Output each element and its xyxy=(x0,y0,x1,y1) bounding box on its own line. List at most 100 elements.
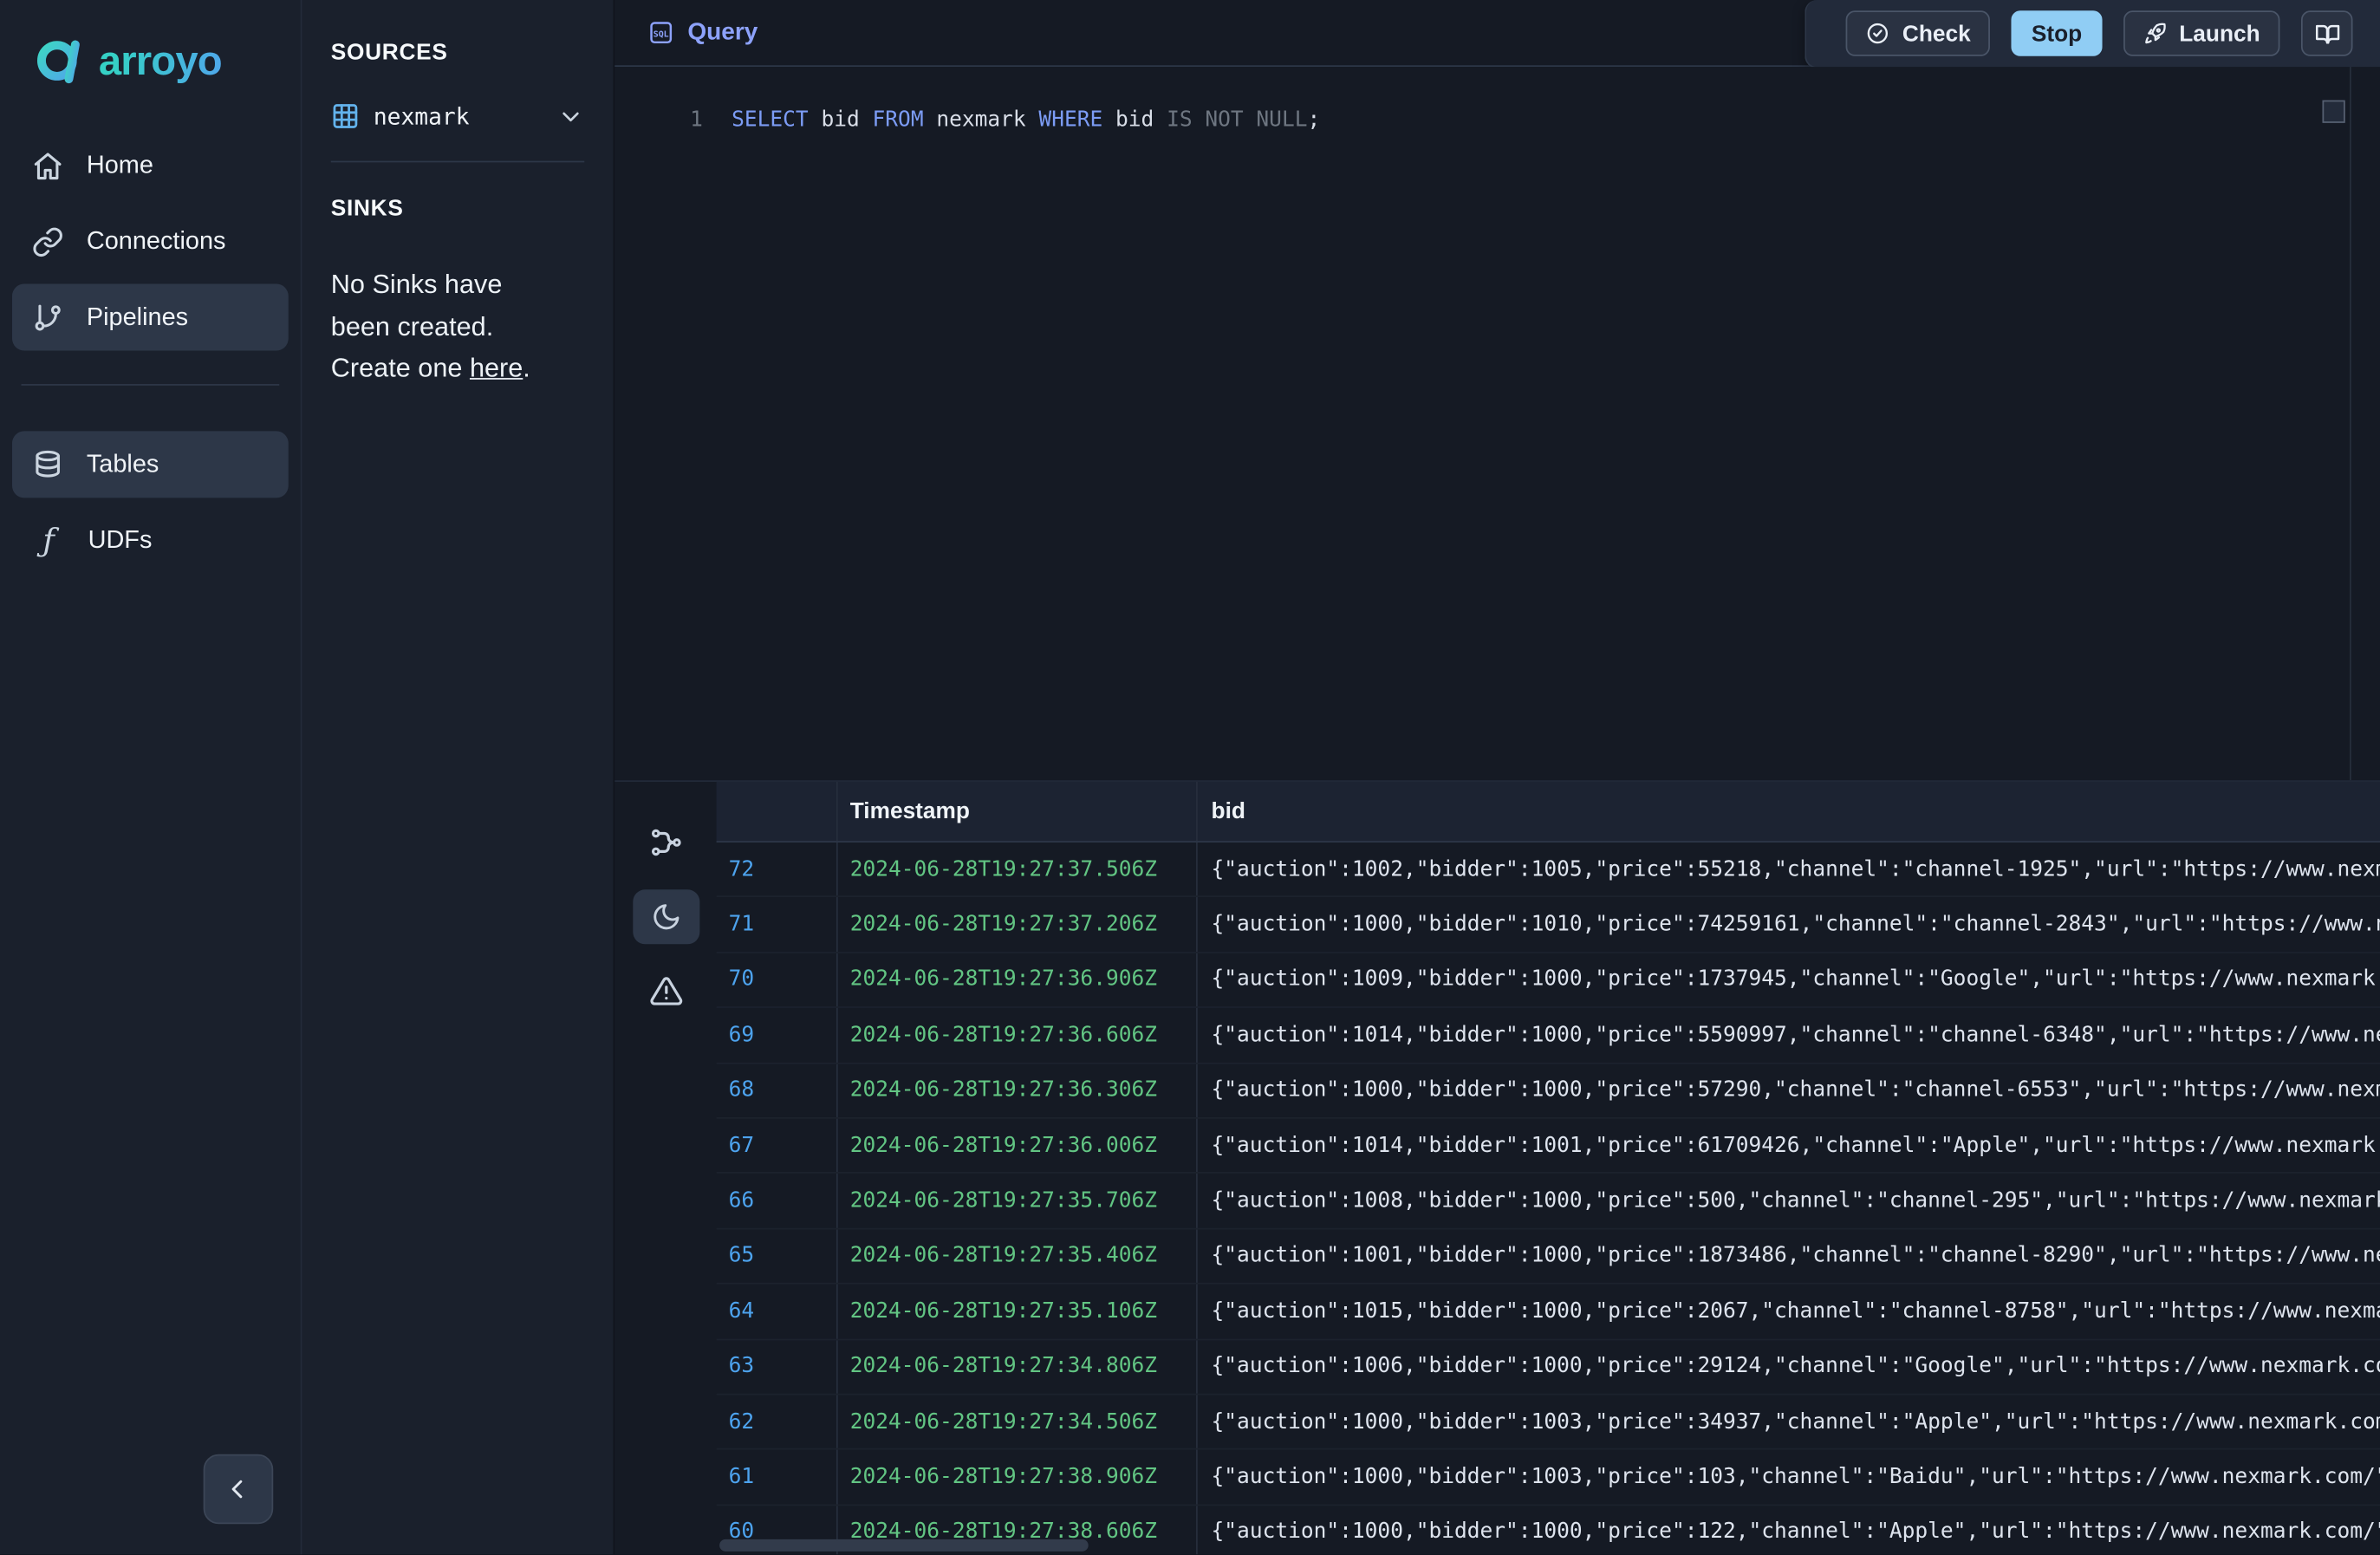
sources-heading: SOURCES xyxy=(331,40,584,66)
row-bid: {"auction":1008,"bidder":1000,"price":50… xyxy=(1198,1174,2380,1227)
arroyo-app: arroyo Home Connections Pipelines Tables… xyxy=(0,0,2380,1554)
create-sink-link[interactable]: here xyxy=(470,352,523,382)
warning-icon xyxy=(649,974,683,1008)
table-row: 64 2024-06-28T19:27:35.106Z {"auction":1… xyxy=(717,1285,2380,1340)
row-bid: {"auction":1000,"bidder":1000,"price":12… xyxy=(1198,1506,2380,1555)
tab-outputs[interactable] xyxy=(632,889,699,944)
sidebar-item-udfs[interactable]: ƒ UDFs xyxy=(12,507,289,574)
row-id: 68 xyxy=(717,1064,838,1117)
sidebar-item-connections[interactable]: Connections xyxy=(12,208,289,275)
stop-button-label: Stop xyxy=(2032,21,2082,47)
header-row-number xyxy=(717,782,838,841)
sidebar-item-label: Home xyxy=(87,151,153,179)
table-row: 66 2024-06-28T19:27:35.706Z {"auction":1… xyxy=(717,1174,2380,1229)
logo-text: arroyo xyxy=(99,37,222,84)
sinks-heading: SINKS xyxy=(331,196,584,222)
sql-editor[interactable]: 1 SELECT bid FROM nexmark WHERE bid IS N… xyxy=(615,67,2380,780)
source-name: nexmark xyxy=(374,102,470,130)
row-id: 66 xyxy=(717,1174,838,1227)
table-row: 71 2024-06-28T19:27:37.206Z {"auction":1… xyxy=(717,898,2380,953)
row-timestamp: 2024-06-28T19:27:35.406Z xyxy=(838,1229,1198,1283)
row-id: 71 xyxy=(717,898,838,952)
sinks-text-after: . xyxy=(523,352,530,382)
nav-divider xyxy=(22,384,280,386)
sidebar-nav: Home Connections Pipelines Tables ƒ UDFs xyxy=(12,132,289,582)
line-number: 1 xyxy=(615,105,703,135)
header-bid: bid xyxy=(1198,782,2380,841)
sidebar-item-pipelines[interactable]: Pipelines xyxy=(12,283,289,350)
sidebar-item-label: Connections xyxy=(87,227,226,256)
tab-query[interactable]: SQL Query xyxy=(648,19,758,47)
table-row: 63 2024-06-28T19:27:34.806Z {"auction":1… xyxy=(717,1340,2380,1396)
row-id: 61 xyxy=(717,1450,838,1504)
results-header-row: Timestamp bid xyxy=(717,782,2380,843)
row-timestamp: 2024-06-28T19:27:34.506Z xyxy=(838,1395,1198,1448)
catalog-panel: SOURCES nexmark SINKS No Sinks have been… xyxy=(302,0,615,1554)
udfs-icon: ƒ xyxy=(32,522,66,558)
arroyo-logo[interactable]: arroyo xyxy=(12,24,289,97)
table-row: 65 2024-06-28T19:27:35.406Z {"auction":1… xyxy=(717,1229,2380,1285)
database-icon xyxy=(32,449,64,481)
results-table: Timestamp bid 72 2024-06-28T19:27:37.506… xyxy=(717,782,2380,1554)
row-bid: {"auction":1000,"bidder":1000,"price":57… xyxy=(1198,1064,2380,1117)
stop-button[interactable]: Stop xyxy=(2012,10,2102,56)
row-bid: {"auction":1015,"bidder":1000,"price":20… xyxy=(1198,1285,2380,1338)
main-area: SQL Query Check Stop Launch xyxy=(615,0,2380,1554)
chevron-down-icon[interactable] xyxy=(557,102,585,130)
row-timestamp: 2024-06-28T19:27:34.806Z xyxy=(838,1340,1198,1394)
source-item-nexmark[interactable]: nexmark xyxy=(331,101,584,130)
sinks-empty-text: No Sinks have been created. Create one h… xyxy=(331,264,543,389)
code-line-content: SELECT bid FROM nexmark WHERE bid IS NOT… xyxy=(703,105,1320,135)
check-button-label: Check xyxy=(1902,21,1971,47)
topbar: SQL Query Check Stop Launch xyxy=(615,0,2380,67)
table-row: 61 2024-06-28T19:27:38.906Z {"auction":1… xyxy=(717,1450,2380,1506)
sidebar: arroyo Home Connections Pipelines Tables… xyxy=(0,0,302,1554)
pipelines-icon xyxy=(32,302,64,334)
row-timestamp: 2024-06-28T19:27:36.906Z xyxy=(838,953,1198,1006)
editor-scrollbar-track[interactable] xyxy=(2350,67,2351,780)
table-row: 72 2024-06-28T19:27:37.506Z {"auction":1… xyxy=(717,843,2380,898)
sidebar-item-home[interactable]: Home xyxy=(12,132,289,198)
check-button[interactable]: Check xyxy=(1846,10,1990,56)
tab-pipeline-graph[interactable] xyxy=(632,815,699,869)
row-timestamp: 2024-06-28T19:27:36.306Z xyxy=(838,1064,1198,1117)
pipeline-actions-bar: Check Stop Launch xyxy=(1805,0,2380,68)
row-bid: {"auction":1000,"bidder":1003,"price":34… xyxy=(1198,1395,2380,1448)
sidebar-item-label: UDFs xyxy=(88,526,153,555)
row-bid: {"auction":1000,"bidder":1003,"price":10… xyxy=(1198,1450,2380,1504)
catalog-divider xyxy=(331,161,584,163)
rocket-icon xyxy=(2143,22,2167,46)
row-timestamp: 2024-06-28T19:27:36.006Z xyxy=(838,1119,1198,1173)
row-id: 67 xyxy=(717,1119,838,1173)
code-line: 1 SELECT bid FROM nexmark WHERE bid IS N… xyxy=(615,67,2380,135)
table-row: 70 2024-06-28T19:27:36.906Z {"auction":1… xyxy=(717,953,2380,1008)
table-row: 68 2024-06-28T19:27:36.306Z {"auction":1… xyxy=(717,1064,2380,1119)
home-icon xyxy=(32,150,64,182)
check-circle-icon xyxy=(1866,22,1890,46)
row-timestamp: 2024-06-28T19:27:37.506Z xyxy=(838,843,1198,896)
results-toolbar xyxy=(615,782,716,1554)
sidebar-item-tables[interactable]: Tables xyxy=(12,431,289,498)
row-id: 65 xyxy=(717,1229,838,1283)
row-id: 62 xyxy=(717,1395,838,1448)
docs-button[interactable] xyxy=(2301,10,2353,56)
row-timestamp: 2024-06-28T19:27:37.206Z xyxy=(838,898,1198,952)
tab-errors[interactable] xyxy=(632,964,699,1018)
sidebar-collapse-button[interactable] xyxy=(204,1454,274,1525)
table-row: 67 2024-06-28T19:27:36.006Z {"auction":1… xyxy=(717,1119,2380,1174)
results-panel: Timestamp bid 72 2024-06-28T19:27:37.506… xyxy=(615,780,2380,1554)
results-rows: 72 2024-06-28T19:27:37.506Z {"auction":1… xyxy=(717,843,2380,1554)
sidebar-item-label: Pipelines xyxy=(87,303,188,331)
horizontal-scrollbar-thumb[interactable] xyxy=(719,1539,1089,1552)
launch-button[interactable]: Launch xyxy=(2123,10,2279,56)
row-id: 63 xyxy=(717,1340,838,1394)
editor-overview-marker xyxy=(2322,101,2344,123)
tab-query-label: Query xyxy=(687,19,758,47)
row-timestamp: 2024-06-28T19:27:35.106Z xyxy=(838,1285,1198,1338)
row-timestamp: 2024-06-28T19:27:35.706Z xyxy=(838,1174,1198,1227)
arroyo-logo-icon xyxy=(34,35,86,87)
table-grid-icon xyxy=(331,101,360,130)
row-bid: {"auction":1014,"bidder":1000,"price":55… xyxy=(1198,1008,2380,1062)
row-bid: {"auction":1001,"bidder":1000,"price":18… xyxy=(1198,1229,2380,1283)
row-id: 70 xyxy=(717,953,838,1006)
